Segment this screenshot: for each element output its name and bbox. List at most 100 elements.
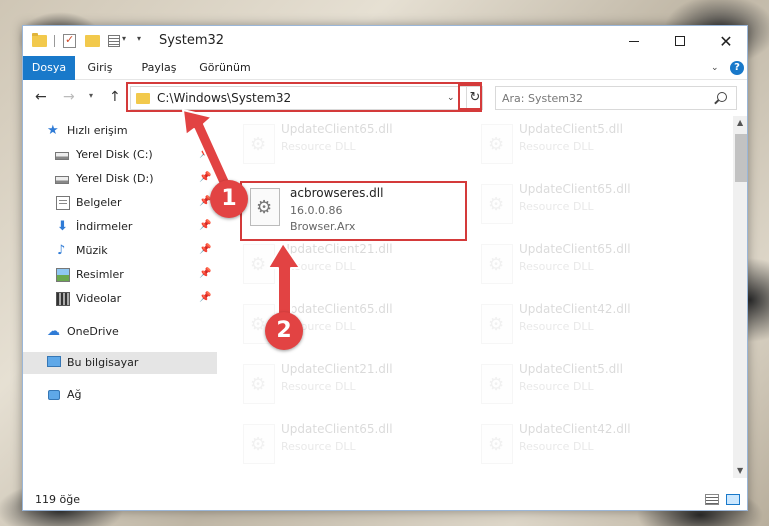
sidebar-item-label: Ağ	[67, 388, 82, 401]
sidebar-item-music[interactable]: ♪ Müzik 📌	[23, 240, 217, 262]
file-name: UpdateClient42.dll	[519, 422, 631, 436]
tab-view[interactable]: Görünüm	[197, 56, 253, 80]
file-description: Browser.Arx	[290, 220, 356, 233]
sidebar-item-quick-access[interactable]: ★ Hızlı erişim	[23, 120, 217, 142]
file-type: Resource DLL	[519, 140, 594, 153]
file-type: Resource DLL	[281, 380, 356, 393]
sidebar-item-onedrive[interactable]: ☁ OneDrive	[23, 321, 217, 343]
recent-locations-icon[interactable]: ▾	[89, 91, 93, 100]
file-type: Resource DLL	[519, 320, 594, 333]
sidebar-item-label: Yerel Disk (C:)	[76, 148, 153, 161]
file-item[interactable]: UpdateClient42.dll Resource DLL	[471, 416, 703, 472]
file-type: Resource DLL	[519, 440, 594, 453]
details-view-icon[interactable]	[705, 494, 719, 505]
scroll-up-icon[interactable]: ▲	[737, 118, 743, 127]
file-item[interactable]: UpdateClient65.dll Resource DLL	[471, 236, 703, 292]
window-title: System32	[159, 33, 225, 48]
file-name: UpdateClient65.dll	[519, 242, 631, 256]
up-arrow-icon[interactable]: ↑	[109, 89, 121, 105]
sidebar-item-this-pc[interactable]: Bu bilgisayar	[23, 352, 217, 374]
video-icon	[56, 292, 70, 306]
dll-file-icon	[243, 364, 275, 404]
file-item[interactable]: UpdateClient65.dll Resource DLL	[471, 176, 703, 232]
disk-icon	[55, 152, 69, 160]
file-name: UpdateClient65.dll	[519, 182, 631, 196]
forward-arrow-icon[interactable]: →	[63, 89, 75, 105]
dll-file-icon	[481, 424, 513, 464]
tab-share[interactable]: Paylaş	[139, 56, 179, 80]
file-item[interactable]: UpdateClient42.dll Resource DLL	[471, 296, 703, 352]
star-icon: ★	[47, 123, 59, 138]
minimize-icon	[629, 40, 639, 42]
scroll-thumb[interactable]	[735, 134, 747, 182]
chevron-down-icon[interactable]: ▾	[122, 34, 126, 50]
file-item[interactable]: UpdateClient21.dll Resource DLL	[233, 356, 465, 412]
document-icon	[56, 196, 70, 210]
status-bar: 119 öğe	[23, 488, 747, 510]
sidebar-item-downloads[interactable]: ⬇ İndirmeler 📌	[23, 216, 217, 238]
file-item[interactable]: UpdateClient5.dll Resource DLL	[471, 116, 703, 172]
help-icon[interactable]: ?	[730, 61, 744, 75]
sidebar-item-network[interactable]: Ağ	[23, 384, 217, 406]
pin-icon[interactable]: 📌	[199, 292, 211, 303]
file-item[interactable]: UpdateClient65.dll Resource DLL	[233, 116, 465, 172]
navigation-pane: ★ Hızlı erişim Yerel Disk (C:) 📌 Yerel D…	[23, 116, 217, 478]
pin-icon[interactable]: 📌	[199, 172, 211, 183]
search-box[interactable]	[495, 86, 737, 110]
vertical-scrollbar[interactable]: ▲ ▼	[733, 116, 747, 478]
search-icon[interactable]	[717, 92, 727, 102]
file-type: Resource DLL	[519, 380, 594, 393]
minimize-button[interactable]	[611, 26, 657, 56]
file-name: UpdateClient65.dll	[281, 422, 393, 436]
pin-icon[interactable]: 📌	[199, 244, 211, 255]
item-count: 119 öğe	[35, 493, 80, 506]
back-arrow-icon[interactable]: ←	[35, 89, 47, 105]
folder-icon[interactable]	[32, 33, 47, 47]
dll-file-icon	[243, 424, 275, 464]
cloud-icon: ☁	[47, 324, 60, 339]
pin-icon[interactable]: 📌	[199, 268, 211, 279]
view-icon[interactable]	[108, 35, 120, 47]
search-input[interactable]	[502, 90, 702, 106]
dll-file-icon	[250, 188, 280, 226]
new-folder-icon[interactable]	[85, 35, 100, 47]
file-name: UpdateClient65.dll	[281, 122, 393, 136]
network-icon	[48, 390, 60, 400]
sidebar-item-label: OneDrive	[67, 325, 119, 338]
file-item[interactable]: UpdateClient5.dll Resource DLL	[471, 356, 703, 412]
sidebar-item-local-disk-c[interactable]: Yerel Disk (C:) 📌	[23, 144, 217, 166]
pin-icon[interactable]: 📌	[199, 220, 211, 231]
file-name: UpdateClient5.dll	[519, 122, 623, 136]
maximize-icon	[675, 36, 685, 46]
file-name: UpdateClient21.dll	[281, 242, 393, 256]
dll-file-icon	[481, 364, 513, 404]
disk-icon	[55, 176, 69, 184]
pin-icon[interactable]: 📌	[199, 148, 211, 159]
sidebar-item-documents[interactable]: Belgeler 📌	[23, 192, 217, 214]
sidebar-item-local-disk-d[interactable]: Yerel Disk (D:) 📌	[23, 168, 217, 190]
ribbon-tabs: Dosya Giriş Paylaş Görünüm ⌄ ?	[23, 56, 747, 80]
file-item[interactable]: UpdateClient65.dll Resource DLL	[233, 416, 465, 472]
sidebar-item-videos[interactable]: Videolar 📌	[23, 288, 217, 310]
file-type: Resource DLL	[519, 260, 594, 273]
dll-file-icon	[481, 244, 513, 284]
file-type: Resource DLL	[519, 200, 594, 213]
maximize-button[interactable]	[657, 26, 703, 56]
tab-home[interactable]: Giriş	[85, 56, 115, 80]
file-version: 16.0.0.86	[290, 204, 343, 217]
scroll-down-icon[interactable]: ▼	[737, 466, 743, 475]
properties-icon[interactable]	[63, 33, 76, 48]
customize-toolbar-icon[interactable]: ▾	[137, 34, 141, 50]
sidebar-item-label: Resimler	[76, 268, 124, 281]
large-icons-view-icon[interactable]	[726, 494, 740, 505]
close-button[interactable]: ✕	[703, 26, 747, 56]
file-type: Resource DLL	[281, 440, 356, 453]
expand-ribbon-icon[interactable]: ⌄	[711, 63, 719, 73]
file-list: UpdateClient65.dll Resource DLL UpdateCl…	[233, 116, 733, 478]
file-type: Resource DLL	[281, 140, 356, 153]
file-item[interactable]: UpdateClient21.dll Resource DLL	[233, 236, 465, 292]
file-name: UpdateClient21.dll	[281, 362, 393, 376]
sidebar-item-pictures[interactable]: Resimler 📌	[23, 264, 217, 286]
highlighted-file-item[interactable]: acbrowseres.dll 16.0.0.86 Browser.Arx	[240, 181, 467, 241]
tab-file[interactable]: Dosya	[23, 56, 75, 80]
